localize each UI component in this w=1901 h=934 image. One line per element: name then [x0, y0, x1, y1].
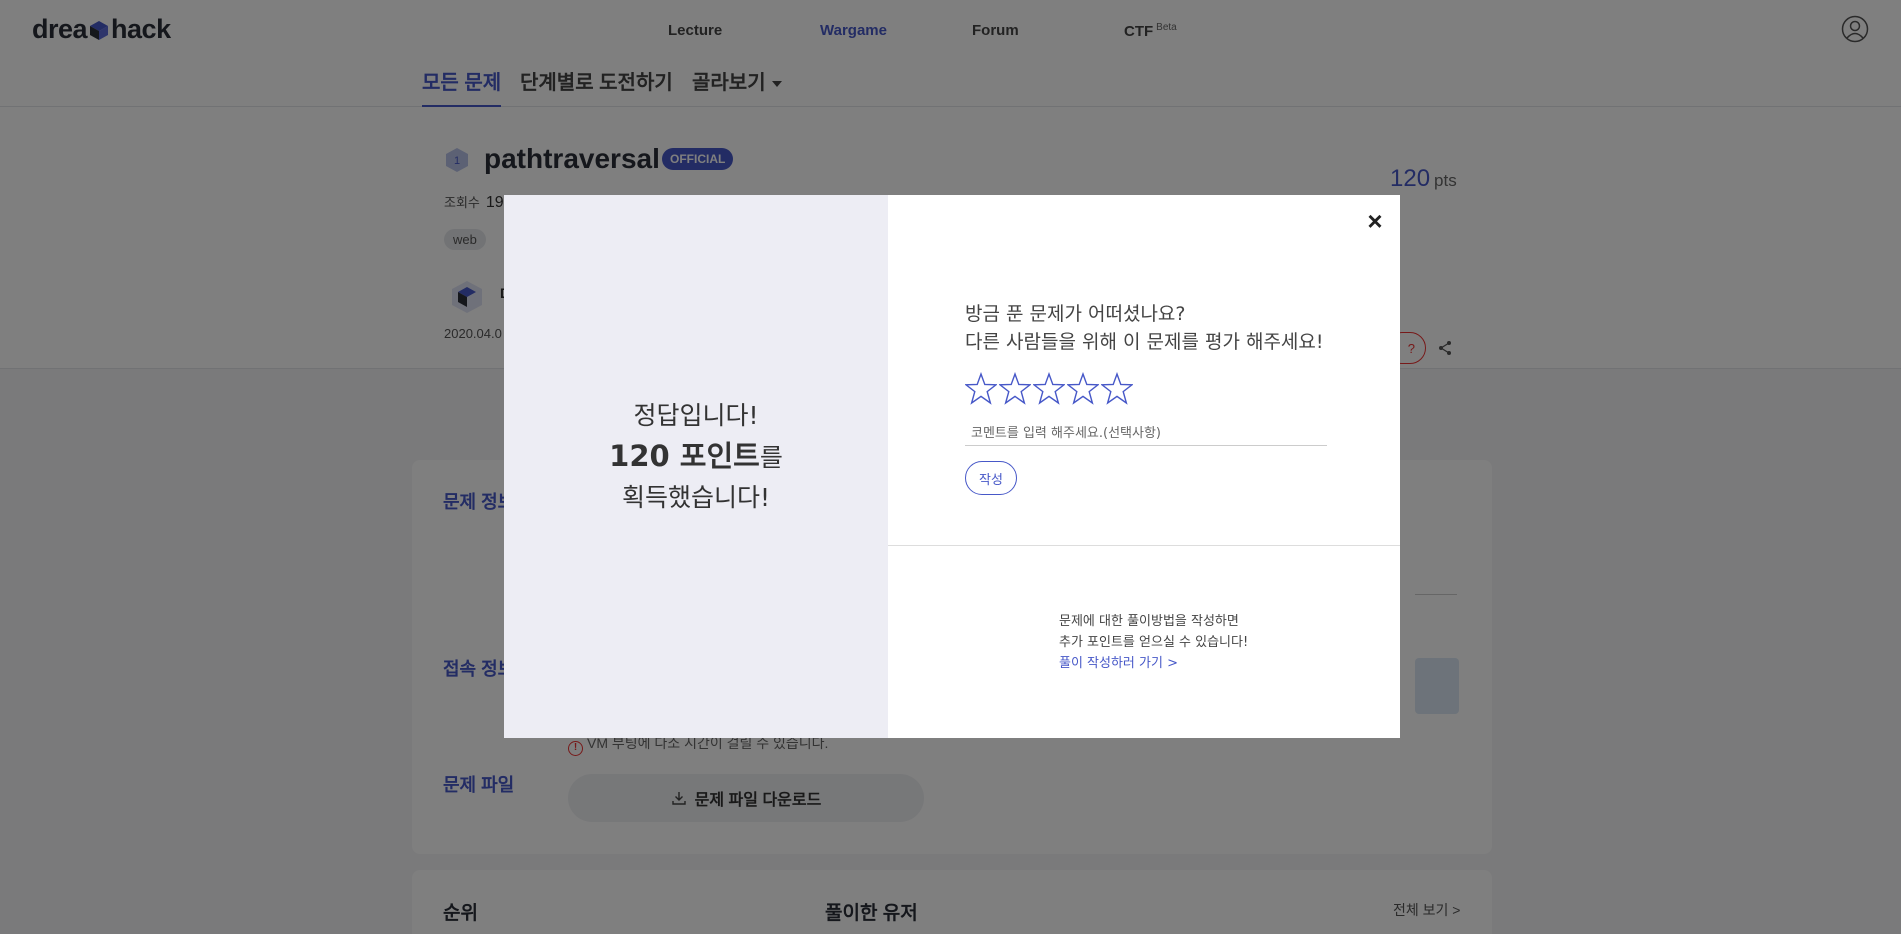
close-icon[interactable]: ×	[1364, 208, 1386, 234]
star-rating	[965, 372, 1133, 406]
writeup-text-line2: 추가 포인트를 얻으실 수 있습니다!	[1059, 635, 1249, 650]
modal-success-panel: 정답입니다! 120 포인트를 획득했습니다!	[504, 195, 888, 738]
star-icon-5[interactable]	[1101, 372, 1133, 406]
rating-question-line1: 방금 푼 문제가 어떠셨나요?	[965, 303, 1186, 325]
star-icon-4[interactable]	[1067, 372, 1099, 406]
modal-divider	[888, 545, 1400, 546]
writeup-prompt: 문제에 대한 풀이방법을 작성하면 추가 포인트를 얻으실 수 있습니다! 풀이…	[1059, 611, 1248, 674]
submit-rating-button[interactable]: 작성	[965, 461, 1017, 495]
comment-input[interactable]	[965, 422, 1327, 446]
writeup-text-line1: 문제에 대한 풀이방법을 작성하면	[1059, 614, 1239, 629]
correct-answer-modal: 정답입니다! 120 포인트를 획득했습니다! × 방금 푼 문제가 어떠셨나요…	[504, 195, 1400, 738]
star-icon-1[interactable]	[965, 372, 997, 406]
star-icon-3[interactable]	[1033, 372, 1065, 406]
points-earned-suffix: 를	[759, 443, 783, 473]
rating-question: 방금 푼 문제가 어떠셨나요? 다른 사람들을 위해 이 문제를 평가 해주세요…	[965, 300, 1324, 356]
success-message: 정답입니다!	[633, 401, 759, 431]
earned-message: 획득했습니다!	[621, 482, 771, 512]
points-earned: 120 포인트를	[609, 433, 783, 479]
star-icon-2[interactable]	[999, 372, 1031, 406]
points-earned-value: 120 포인트	[609, 439, 760, 474]
rating-question-line2: 다른 사람들을 위해 이 문제를 평가 해주세요!	[965, 331, 1324, 353]
write-solution-link[interactable]: 풀이 작성하러 가기 >	[1059, 653, 1248, 674]
